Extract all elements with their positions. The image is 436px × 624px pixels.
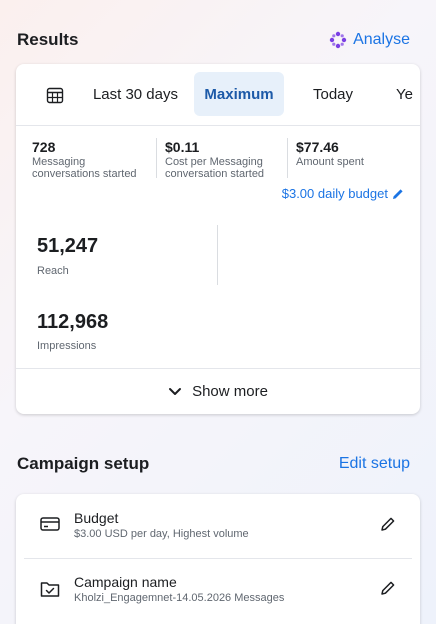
- setup-title: Budget: [74, 510, 119, 526]
- divider: [156, 138, 157, 178]
- pencil-icon[interactable]: [380, 580, 396, 596]
- daily-budget-label: $3.00 daily budget: [281, 186, 388, 201]
- impressions-value: 112,968: [37, 311, 109, 333]
- tab-today[interactable]: Today: [313, 72, 353, 116]
- setup-text: Campaign name Kholzi_Engagemnet-14.05.20…: [74, 574, 284, 604]
- daily-budget-link[interactable]: $3.00 daily budget: [282, 186, 404, 201]
- setup-row-budget[interactable]: Budget $3.00 USD per day, Highest volume: [24, 494, 412, 558]
- chevron-down-icon: [169, 387, 182, 395]
- credit-card-icon: [40, 517, 60, 531]
- analyse-button[interactable]: Analyse: [329, 31, 410, 49]
- campaign-setup-card: Budget $3.00 USD per day, Highest volume…: [16, 494, 420, 624]
- metric-value: $0.11: [165, 139, 200, 155]
- divider: [217, 225, 218, 285]
- metric-label: Cost per Messaging conversation started: [165, 156, 265, 180]
- results-title: Results: [17, 30, 79, 49]
- date-range-tabs: Last 30 days Maximum Today Ye: [16, 64, 420, 126]
- results-card: Last 30 days Maximum Today Ye 728 Messag…: [16, 64, 420, 414]
- reach-value: 51,247: [37, 235, 99, 257]
- setup-subtitle: Kholzi_Engagemnet-14.05.2026 Messages: [74, 592, 285, 604]
- campaign-setup-title: Campaign setup: [17, 454, 150, 473]
- show-more-label: Show more: [192, 383, 268, 400]
- metrics-row: 728 Messaging conversations started $0.1…: [16, 139, 420, 180]
- metric-label: Messaging conversations started: [32, 156, 137, 180]
- setup-text: Budget $3.00 USD per day, Highest volume: [74, 510, 249, 540]
- reach-label: Reach: [37, 265, 69, 277]
- metric-value: $77.46: [296, 139, 339, 155]
- tab-yesterday[interactable]: Ye: [396, 72, 420, 116]
- show-more-button[interactable]: Show more: [16, 368, 420, 414]
- metric-cost-per-conversation: $0.11 Cost per Messaging conversation st…: [149, 139, 280, 180]
- campaign-setup-header: Campaign setup Edit setup: [17, 454, 410, 474]
- setup-row-campaign-name[interactable]: Campaign name Kholzi_Engagemnet-14.05.20…: [24, 558, 412, 622]
- metric-value: 728: [32, 139, 56, 155]
- tab-last-30-days[interactable]: Last 30 days: [78, 72, 178, 116]
- pencil-icon[interactable]: [380, 516, 396, 532]
- results-header: Results Analyse: [17, 30, 410, 50]
- impressions-label: Impressions: [37, 340, 97, 352]
- calendar-icon[interactable]: [46, 86, 64, 104]
- analyse-label: Analyse: [353, 31, 410, 48]
- divider: [287, 138, 288, 178]
- tab-maximum[interactable]: Maximum: [194, 72, 284, 116]
- metric-label: Amount spent: [296, 156, 364, 168]
- folder-check-icon: [40, 582, 60, 597]
- edit-setup-button[interactable]: Edit setup: [339, 455, 410, 473]
- setup-title: Campaign name: [74, 574, 177, 590]
- pencil-icon: [393, 188, 403, 199]
- metric-amount-spent: $77.46 Amount spent: [280, 139, 420, 180]
- metric-conversations: 728 Messaging conversations started: [16, 139, 149, 180]
- sparkle-icon: [329, 31, 347, 49]
- setup-subtitle: $3.00 USD per day, Highest volume: [74, 528, 249, 540]
